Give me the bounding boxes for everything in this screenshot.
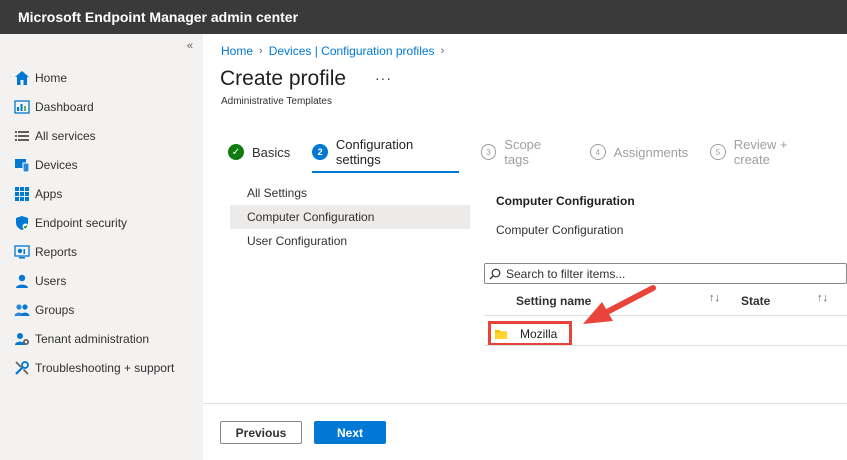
sidebar-item-label: Endpoint security — [35, 215, 128, 230]
column-header-state[interactable]: State — [741, 294, 770, 308]
sidebar-item-label: Apps — [35, 186, 63, 201]
previous-button[interactable]: Previous — [220, 421, 302, 444]
sort-icon[interactable]: ↑↓ — [817, 292, 828, 304]
sidebar-item-label: Devices — [35, 157, 78, 172]
annotation-arrow-icon — [583, 285, 656, 324]
wizard-steps: ✓ Basics 2 Configuration settings 3 Scop… — [228, 137, 847, 173]
tree-item-computer-configuration[interactable]: Computer Configuration — [230, 205, 470, 229]
sidebar-item-label: Reports — [35, 244, 78, 259]
step-label: Configuration settings — [335, 137, 414, 167]
sidebar-item-troubleshooting[interactable]: Troubleshooting + support — [0, 353, 203, 382]
divider — [203, 403, 847, 404]
sidebar-item-endpoint-security[interactable]: Endpoint security — [0, 208, 203, 237]
page-title: Create profile — [220, 67, 347, 90]
sidebar-item-dashboard[interactable]: Dashboard — [0, 92, 203, 121]
user-icon — [14, 273, 30, 289]
more-options-icon[interactable]: ··· — [375, 70, 392, 86]
tenant-icon — [14, 331, 30, 347]
list-icon — [14, 128, 30, 144]
shield-icon — [14, 215, 30, 231]
step-number: 5 — [710, 144, 726, 160]
chevron-right-icon: › — [440, 45, 445, 57]
section-subheading: Computer Configuration — [496, 223, 624, 237]
sidebar-item-tenant-administration[interactable]: Tenant administration — [0, 324, 203, 353]
search-icon — [489, 268, 501, 280]
step-label: Assignments — [613, 144, 689, 160]
top-bar: Microsoft Endpoint Manager admin center — [0, 0, 847, 34]
sidebar-item-groups[interactable]: Groups — [0, 295, 203, 324]
step-review-create[interactable]: 5 Review + create — [710, 137, 825, 167]
section-heading: Computer Configuration — [496, 194, 635, 208]
wrench-icon — [14, 360, 30, 376]
step-label: Basics — [252, 144, 291, 160]
step-number: 2 — [312, 144, 328, 160]
sidebar-item-label: Groups — [35, 302, 75, 317]
sidebar-item-label: Users — [35, 273, 67, 288]
checkmark-icon: ✓ — [228, 144, 244, 160]
main-content: Home › Devices | Configuration profiles … — [203, 34, 847, 460]
step-label: Review + create — [733, 137, 788, 167]
page-subtitle: Administrative Templates — [221, 96, 332, 107]
next-button[interactable]: Next — [314, 421, 386, 444]
tree-item-user-configuration[interactable]: User Configuration — [230, 229, 470, 253]
chevron-right-icon: › — [259, 45, 263, 57]
search-placeholder: Search to filter items... — [506, 266, 626, 281]
sidebar-item-label: All services — [35, 128, 96, 143]
sidebar-item-label: Dashboard — [35, 99, 94, 114]
step-number: 4 — [589, 144, 606, 160]
sidebar-item-devices[interactable]: Devices — [0, 150, 203, 179]
tree-item-all-settings[interactable]: All Settings — [230, 181, 470, 205]
sort-icon[interactable]: ↑↓ — [709, 292, 720, 304]
divider — [484, 345, 847, 346]
sidebar-item-apps[interactable]: Apps — [0, 179, 203, 208]
groups-icon — [14, 302, 30, 318]
sidebar-item-all-services[interactable]: All services — [0, 121, 203, 150]
reports-icon — [14, 244, 30, 260]
step-basics[interactable]: ✓ Basics — [228, 144, 290, 160]
step-label: Scope tags — [504, 137, 542, 167]
step-assignments[interactable]: 4 Assignments — [589, 144, 689, 160]
sidebar-item-users[interactable]: Users — [0, 266, 203, 295]
sidebar-item-reports[interactable]: Reports — [0, 237, 203, 266]
home-icon — [14, 70, 30, 86]
step-configuration-settings[interactable]: 2 Configuration settings — [312, 137, 459, 173]
breadcrumb-devices-link[interactable]: Devices | Configuration profiles — [269, 44, 435, 58]
collapse-sidebar-icon[interactable]: « — [187, 40, 193, 52]
settings-tree: All Settings Computer Configuration User… — [230, 181, 470, 253]
apps-icon — [14, 186, 30, 202]
sidebar-item-label: Troubleshooting + support — [35, 360, 175, 375]
setting-name: Mozilla — [520, 326, 558, 341]
step-scope-tags[interactable]: 3 Scope tags — [480, 137, 568, 167]
breadcrumb-home-link[interactable]: Home — [221, 44, 253, 58]
dashboard-icon — [14, 99, 30, 115]
sidebar-item-label: Home — [35, 70, 68, 85]
sidebar-item-label: Tenant administration — [35, 331, 150, 346]
sidebar: « Home Dashboard All services Devices Ap… — [0, 34, 203, 460]
sidebar-nav: Home Dashboard All services Devices Apps — [0, 63, 203, 382]
sidebar-item-home[interactable]: Home — [0, 63, 203, 92]
table-row[interactable]: Mozilla — [488, 321, 572, 346]
breadcrumb: Home › Devices | Configuration profiles … — [221, 44, 444, 58]
step-number: 3 — [480, 144, 497, 160]
folder-icon — [495, 329, 507, 339]
app-title[interactable]: Microsoft Endpoint Manager admin center — [18, 9, 298, 25]
devices-icon — [14, 157, 30, 173]
